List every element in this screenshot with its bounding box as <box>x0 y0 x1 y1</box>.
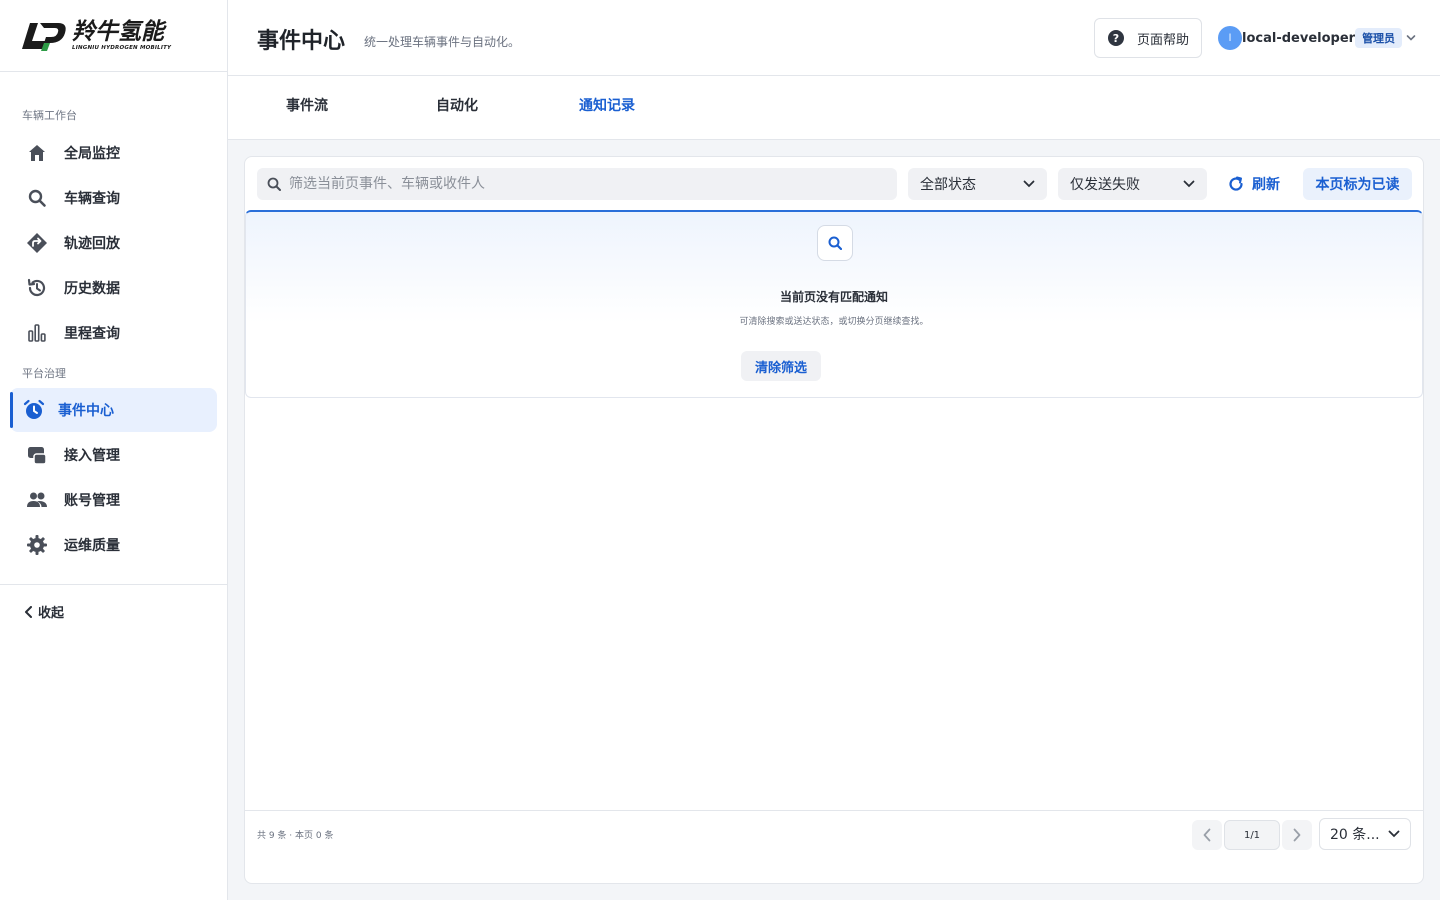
gear-icon <box>25 533 49 557</box>
search-input[interactable] <box>289 176 869 192</box>
page-size-select[interactable]: 20 条... <box>1319 818 1411 850</box>
notification-panel: 全部状态 仅发送失败 刷新 本页标为已读 当前页没有匹配通知 可清除搜索或送达状… <box>244 156 1424 884</box>
logo-text: 羚牛氢能 LINGNIU HYDROGEN MOBILITY <box>72 20 171 52</box>
chevron-left-icon <box>25 605 32 618</box>
nav-group-platform: 平台治理 <box>22 367 66 380</box>
status-select-value: 全部状态 <box>920 177 976 193</box>
sidebar-item-label: 历史数据 <box>64 281 120 297</box>
role-badge: 管理员 <box>1355 28 1403 48</box>
user-name: local-developer <box>1242 30 1356 46</box>
delivery-status-select[interactable]: 仅发送失败 <box>1058 168 1207 200</box>
sidebar-item-label: 轨迹回放 <box>64 236 120 252</box>
access-icon <box>25 443 49 467</box>
refresh-button[interactable]: 刷新 <box>1228 168 1280 200</box>
next-page-button[interactable] <box>1282 820 1312 850</box>
tab-bar: 事件流 自动化 通知记录 <box>228 76 1440 140</box>
status-select[interactable]: 全部状态 <box>908 168 1047 200</box>
sidebar-item-label: 全局监控 <box>64 146 120 162</box>
bar-chart-icon <box>25 321 49 345</box>
empty-search-icon <box>817 225 853 261</box>
mark-page-read-button[interactable]: 本页标为已读 <box>1303 168 1412 200</box>
user-menu[interactable]: l local-developer 管理员 <box>1218 26 1416 50</box>
help-label: 页面帮助 <box>1137 32 1190 48</box>
sidebar-item-label: 里程查询 <box>64 326 120 342</box>
sidebar-item-label: 账号管理 <box>64 493 120 509</box>
current-page-indicator[interactable]: 1/1 <box>1224 820 1280 850</box>
search-box[interactable] <box>257 168 897 200</box>
sidebar-item-label: 车辆查询 <box>64 191 120 207</box>
tab-automation[interactable]: 自动化 <box>436 95 478 115</box>
chevron-down-icon <box>1406 35 1416 41</box>
sidebar-item-event-center[interactable]: 事件中心 <box>10 388 217 432</box>
logo-cn: 羚牛氢能 <box>72 18 164 45</box>
sidebar-item-global-monitor[interactable]: 全局监控 <box>12 131 217 175</box>
collapse-sidebar-button[interactable]: 收起 <box>24 602 64 621</box>
page-title: 事件中心 <box>257 29 346 54</box>
help-icon: ? <box>1108 30 1124 46</box>
search-icon <box>25 186 49 210</box>
clear-filters-button[interactable]: 清除筛选 <box>741 351 821 381</box>
sidebar-item-account-management[interactable]: 账号管理 <box>12 478 217 522</box>
brand-logo[interactable]: 羚牛氢能 LINGNIU HYDROGEN MOBILITY <box>0 0 227 72</box>
sidebar-item-ops-quality[interactable]: 运维质量 <box>12 523 217 567</box>
collapse-label: 收起 <box>38 606 65 621</box>
refresh-label: 刷新 <box>1252 177 1280 193</box>
sidebar-item-access-management[interactable]: 接入管理 <box>12 433 217 477</box>
delivery-select-value: 仅发送失败 <box>1070 177 1140 193</box>
sidebar-item-label: 接入管理 <box>64 448 120 464</box>
sidebar: 羚牛氢能 LINGNIU HYDROGEN MOBILITY 车辆工作台 全局监… <box>0 0 228 900</box>
sidebar-item-track-replay[interactable]: 轨迹回放 <box>12 221 217 265</box>
home-icon <box>25 141 49 165</box>
empty-title: 当前页没有匹配通知 <box>779 290 888 304</box>
prev-page-button[interactable] <box>1192 820 1222 850</box>
pagination-summary: 共 9 条 · 本页 0 条 <box>257 831 334 841</box>
page-help-button[interactable]: ? 页面帮助 <box>1094 18 1202 58</box>
footer-divider <box>245 810 1423 811</box>
route-icon <box>25 231 49 255</box>
chevron-left-icon <box>1203 828 1211 842</box>
logo-mark-icon <box>22 22 66 51</box>
users-icon <box>25 488 49 512</box>
sidebar-item-mileage[interactable]: 里程查询 <box>12 311 217 355</box>
page-size-value: 20 条... <box>1330 827 1380 843</box>
alarm-clock-icon <box>22 398 46 422</box>
sidebar-item-label: 运维质量 <box>64 538 120 554</box>
search-icon <box>267 177 281 191</box>
tab-notification-records[interactable]: 通知记录 <box>579 95 635 115</box>
chevron-down-icon <box>1183 180 1195 188</box>
tab-event-stream[interactable]: 事件流 <box>286 95 328 115</box>
sidebar-divider <box>0 584 227 585</box>
sidebar-item-history-data[interactable]: 历史数据 <box>12 266 217 310</box>
nav-group-vehicle: 车辆工作台 <box>22 109 77 122</box>
logo-en: LINGNIU HYDROGEN MOBILITY <box>72 44 172 51</box>
chevron-down-icon <box>1388 830 1400 838</box>
chevron-right-icon <box>1293 828 1301 842</box>
sidebar-item-vehicle-search[interactable]: 车辆查询 <box>12 176 217 220</box>
page-subtitle: 统一处理车辆事件与自动化。 <box>364 35 521 49</box>
avatar: l <box>1218 26 1242 50</box>
sidebar-item-label: 事件中心 <box>58 403 114 419</box>
chevron-down-icon <box>1023 180 1035 188</box>
empty-state: 当前页没有匹配通知 可清除搜索或送达状态，或切换分页继续查找。 清除筛选 <box>245 210 1423 398</box>
empty-description: 可清除搜索或送达状态，或切换分页继续查找。 <box>739 317 929 327</box>
refresh-icon <box>1229 176 1243 191</box>
history-icon <box>25 276 49 300</box>
page-header: 事件中心 统一处理车辆事件与自动化。 ? 页面帮助 l local-develo… <box>228 0 1440 76</box>
